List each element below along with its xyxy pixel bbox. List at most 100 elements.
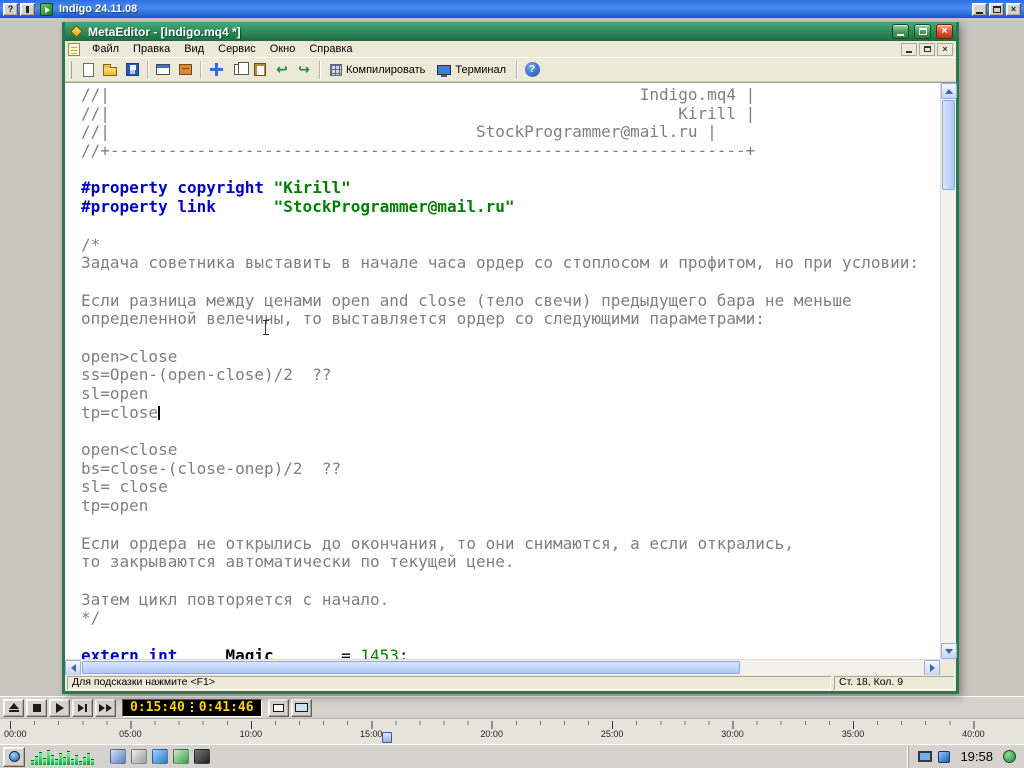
timeline-label-35:00: 35:00 (842, 729, 865, 739)
quicklaunch-icon-2[interactable] (131, 749, 147, 764)
quicklaunch-icon-5[interactable] (194, 749, 210, 764)
code-line-19[interactable] (81, 422, 940, 441)
code-line-4[interactable]: //+-------------------------------------… (81, 142, 940, 161)
code-line-13[interactable]: определенной велечины, то выставляется о… (81, 310, 940, 329)
open-file-button[interactable] (99, 60, 121, 80)
code-line-8[interactable] (81, 217, 940, 236)
code-line-24[interactable] (81, 516, 940, 535)
step-forward-button[interactable] (72, 699, 93, 717)
code-line-23[interactable]: tp=open (81, 497, 940, 516)
code-line-27[interactable] (81, 572, 940, 591)
new-file-button[interactable] (77, 60, 99, 80)
tray-status-icon[interactable] (1003, 750, 1016, 763)
code-line-16[interactable]: ss=Open-(open-close)/2 ?? (81, 366, 940, 385)
horizontal-scroll-track[interactable] (81, 660, 924, 675)
player-timeline[interactable]: 00:0005:0010:0015:0020:0025:0030:0035:00… (0, 718, 1024, 744)
code-line-26[interactable]: то закрываются автоматически по текущей … (81, 553, 940, 572)
menu-item-help[interactable]: Справка (302, 43, 359, 55)
stop-button[interactable] (26, 699, 47, 717)
scroll-left-button[interactable] (65, 660, 81, 676)
horizontal-scrollbar[interactable] (65, 659, 940, 675)
player-maximize-button[interactable] (989, 3, 1004, 16)
code-line-17[interactable]: sl=open (81, 385, 940, 404)
quicklaunch-icon-3[interactable] (152, 749, 168, 764)
vertical-scroll-thumb[interactable] (942, 100, 955, 190)
code-line-21[interactable]: bs=close-(close-onep)/2 ?? (81, 460, 940, 479)
taskbar-app-button[interactable] (3, 747, 25, 767)
left-arrow-icon (71, 664, 76, 672)
code-line-30[interactable] (81, 628, 940, 647)
compile-button[interactable]: Компилировать (324, 60, 431, 80)
code-line-31[interactable]: extern int Magic = 1453; (81, 647, 940, 659)
scroll-right-button[interactable] (924, 660, 940, 676)
code-line-18[interactable]: tp=close (81, 404, 940, 423)
mdi-close-button[interactable]: × (937, 43, 953, 56)
tray-display-icon[interactable] (918, 751, 932, 762)
fast-forward-button[interactable] (95, 699, 116, 717)
horizontal-scroll-thumb[interactable] (82, 661, 740, 674)
redo-button[interactable]: ↪ (293, 60, 315, 80)
player-close-button[interactable]: × (1006, 3, 1021, 16)
code-line-28[interactable]: Затем цикл повторяется с начало. (81, 591, 940, 610)
copy-button[interactable] (227, 60, 249, 80)
metaeditor-close-button[interactable]: × (936, 24, 953, 39)
move-button[interactable] (205, 60, 227, 80)
code-line-9[interactable]: /* (81, 236, 940, 255)
menu-item-edit[interactable]: Правка (126, 43, 177, 55)
code-line-7[interactable]: #property link "StockProgrammer@mail.ru" (81, 198, 940, 217)
help-button[interactable]: ? (521, 60, 543, 80)
save-button[interactable] (121, 60, 143, 80)
reference-button[interactable] (174, 60, 196, 80)
toolbar-grip[interactable] (69, 61, 72, 79)
code-editor[interactable]: //| Indigo.mq4 |//| Kirill |//| StockPro… (65, 83, 940, 659)
timeline-label-10:00: 10:00 (240, 729, 263, 739)
metaeditor-minimize-button[interactable] (892, 24, 909, 39)
menu-item-tools[interactable]: Сервис (211, 43, 263, 55)
terminal-button[interactable]: Терминал (431, 60, 512, 80)
player-minimize-button[interactable] (972, 3, 987, 16)
menu-item-file[interactable]: Файл (85, 43, 126, 55)
metaeditor-maximize-button[interactable] (914, 24, 931, 39)
mdi-minimize-button[interactable] (901, 43, 917, 56)
zoom-1to1-button[interactable] (268, 699, 289, 717)
close-icon: × (1011, 5, 1016, 14)
tray-app-icon[interactable] (938, 751, 950, 763)
code-line-5[interactable] (81, 161, 940, 180)
code-line-12[interactable]: Если разница между ценами open and close… (81, 292, 940, 311)
code-line-6[interactable]: #property copyright "Kirill" (81, 179, 940, 198)
play-button[interactable] (49, 699, 70, 717)
spectrum-bar (47, 750, 50, 765)
playhead-marker[interactable] (382, 732, 392, 743)
fullscreen-button[interactable] (291, 699, 312, 717)
vertical-scroll-track[interactable] (941, 99, 956, 643)
maximize-icon (919, 28, 927, 35)
window-view-button[interactable] (152, 60, 174, 80)
code-line-11[interactable] (81, 273, 940, 292)
player-pin-button[interactable] (20, 3, 35, 16)
menu-item-window[interactable]: Окно (263, 43, 303, 55)
code-line-2[interactable]: //| Kirill | (81, 105, 940, 124)
player-help-button[interactable]: ? (3, 3, 18, 16)
vertical-scrollbar[interactable] (940, 83, 956, 659)
player-titlebar: ? Indigo 24.11.08 × (0, 0, 1024, 18)
code-line-1[interactable]: //| Indigo.mq4 | (81, 86, 940, 105)
stop-icon (33, 704, 41, 712)
eject-button[interactable] (3, 699, 24, 717)
code-line-15[interactable]: open>close (81, 348, 940, 367)
code-line-29[interactable]: */ (81, 609, 940, 628)
code-line-25[interactable]: Если ордера не открылись до окончания, т… (81, 535, 940, 554)
code-line-14[interactable] (81, 329, 940, 348)
scroll-down-button[interactable] (941, 643, 957, 659)
code-line-10[interactable]: Задача советника выставить в начале часа… (81, 254, 940, 273)
menu-bar-items: ФайлПравкаВидСервисОкноСправка (85, 41, 360, 57)
paste-button[interactable] (249, 60, 271, 80)
quicklaunch-icon-4[interactable] (173, 749, 189, 764)
undo-button[interactable]: ↩ (271, 60, 293, 80)
code-line-3[interactable]: //| StockProgrammer@mail.ru | (81, 123, 940, 142)
mdi-restore-button[interactable] (919, 43, 935, 56)
code-line-20[interactable]: open<close (81, 441, 940, 460)
menu-item-view[interactable]: Вид (177, 43, 211, 55)
quicklaunch-icon-1[interactable] (110, 749, 126, 764)
scroll-up-button[interactable] (941, 83, 957, 99)
code-line-22[interactable]: sl= close (81, 478, 940, 497)
